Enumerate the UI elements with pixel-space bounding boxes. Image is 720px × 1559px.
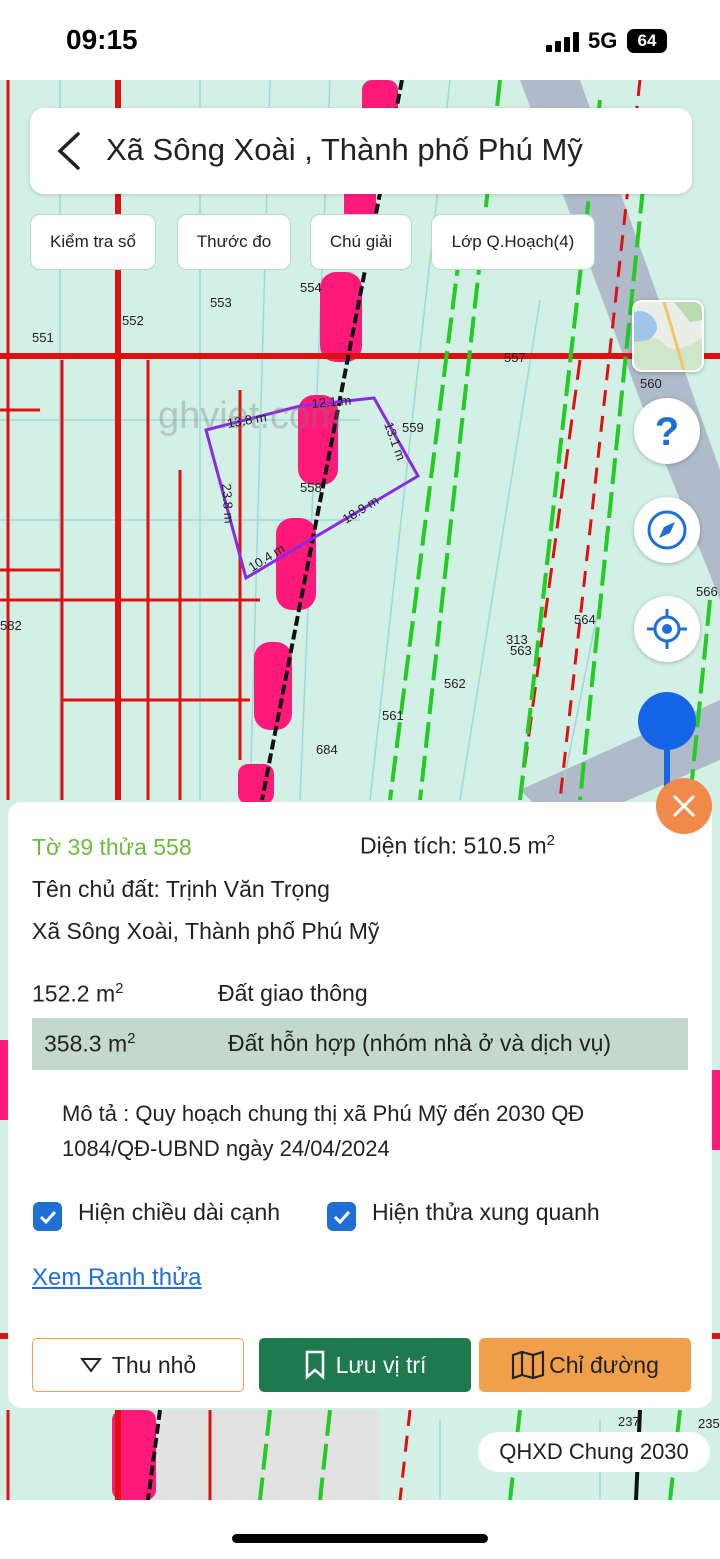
status-time: 09:15 [66,24,138,55]
ruler-button[interactable]: Thước đo [177,214,291,270]
parcel-number-label: 562 [444,676,466,691]
parcel-number-label: 582 [0,618,22,633]
parcel-number-label: 551 [32,330,54,345]
location-title: Xã Sông Xoài , Thành phố Phú Mỹ [106,132,583,167]
planning-layer-badge[interactable]: QHXD Chung 2030 [478,1432,710,1472]
status-bar: 09:15 5G 64 [0,0,720,80]
land-use-area: 152.2 m2 [32,980,124,1007]
locate-button[interactable] [634,596,700,662]
parcel-number-label: 566 [696,584,718,599]
parcel-number-label: 553 [210,295,232,310]
parcel-number-label: 564 [574,612,596,627]
show-edge-lengths-label[interactable]: Hiện chiều dài cạnh [78,1199,280,1226]
parcel-number-label: 558 [300,480,322,495]
help-button[interactable]: ? [634,398,700,464]
parcel-address: Xã Sông Xoài, Thành phố Phú Mỹ [32,918,380,944]
save-location-button[interactable]: Lưu vị trí [259,1338,471,1392]
parcel-id: Tờ 39 thửa 558 [32,834,192,860]
land-use-row: 152.2 m2 Đất giao thông [32,966,688,1018]
show-neighbors-label[interactable]: Hiện thửa xung quanh [372,1199,600,1226]
parcel-number-label: 559 [402,420,424,435]
check-book-button[interactable]: Kiểm tra sổ [30,214,156,270]
parcel-number-label: 560 [640,376,662,391]
parcel-number-label: 557 [504,350,526,365]
bookmark-icon [305,1350,324,1380]
compass-icon [647,510,687,550]
show-neighbors-checkbox[interactable] [327,1202,356,1231]
parcel-number-label: 237 [618,1414,640,1429]
view-boundary-link[interactable]: Xem Ranh thửa [32,1264,202,1292]
network-type: 5G [588,28,618,53]
signal-icon [546,32,580,52]
parcel-number-label: 684 [316,742,338,757]
svg-text:?: ? [655,411,679,451]
collapse-button[interactable]: Thu nhỏ [32,1338,244,1392]
land-use-type: Đất giao thông [218,980,368,1006]
parcel-number-label: 552 [122,313,144,328]
edge-length-label: 12.1 m [311,393,352,411]
planning-layer-button[interactable]: Lớp Q.Hoạch(4) [431,214,595,270]
location-header: Xã Sông Xoài , Thành phố Phú Mỹ [30,108,692,194]
planning-description: Mô tả : Quy hoạch chung thị xã Phú Mỹ đế… [62,1101,585,1161]
home-indicator[interactable] [232,1534,488,1543]
home-indicator-area [0,1500,720,1559]
parcel-number-label: 554 [300,280,322,295]
compass-button[interactable] [634,497,700,563]
map-layer-thumbnail[interactable] [632,300,704,372]
land-use-area: 358.3 m2 [44,1030,136,1057]
parcel-number-label: 563 [510,643,532,658]
question-mark-icon: ? [655,411,679,451]
battery-icon: 64 [627,29,667,53]
edge-length-label: 23.8 m [219,483,237,524]
map-layer-icon [634,302,702,370]
edge-length-label: 18.9 m [340,493,382,527]
opacity-slider-handle[interactable] [638,692,696,750]
land-use-row: 358.3 m2 Đất hỗn hợp (nhóm nhà ở và dịch… [32,1018,688,1070]
parcel-area: Diện tích: 510.5 m2 [360,832,555,859]
checkmark-icon [39,1210,56,1224]
directions-button[interactable]: Chỉ đường [479,1338,691,1392]
close-icon [672,794,696,818]
checkmark-icon [333,1210,350,1224]
triangle-down-icon [79,1358,102,1373]
chevron-left-icon[interactable] [52,130,88,172]
parcel-number-label: 561 [382,708,404,723]
owner-name: Tên chủ đất: Trịnh Văn Trọng [32,876,330,902]
map-icon [512,1350,545,1380]
land-use-type: Đất hỗn hợp (nhóm nhà ở và dịch vụ) [228,1030,612,1056]
crosshair-icon [647,609,687,649]
legend-button[interactable]: Chú giải [310,214,412,270]
parcel-number-label: 235 [698,1416,720,1431]
close-panel-button[interactable] [656,778,712,834]
show-edge-lengths-checkbox[interactable] [33,1202,62,1231]
